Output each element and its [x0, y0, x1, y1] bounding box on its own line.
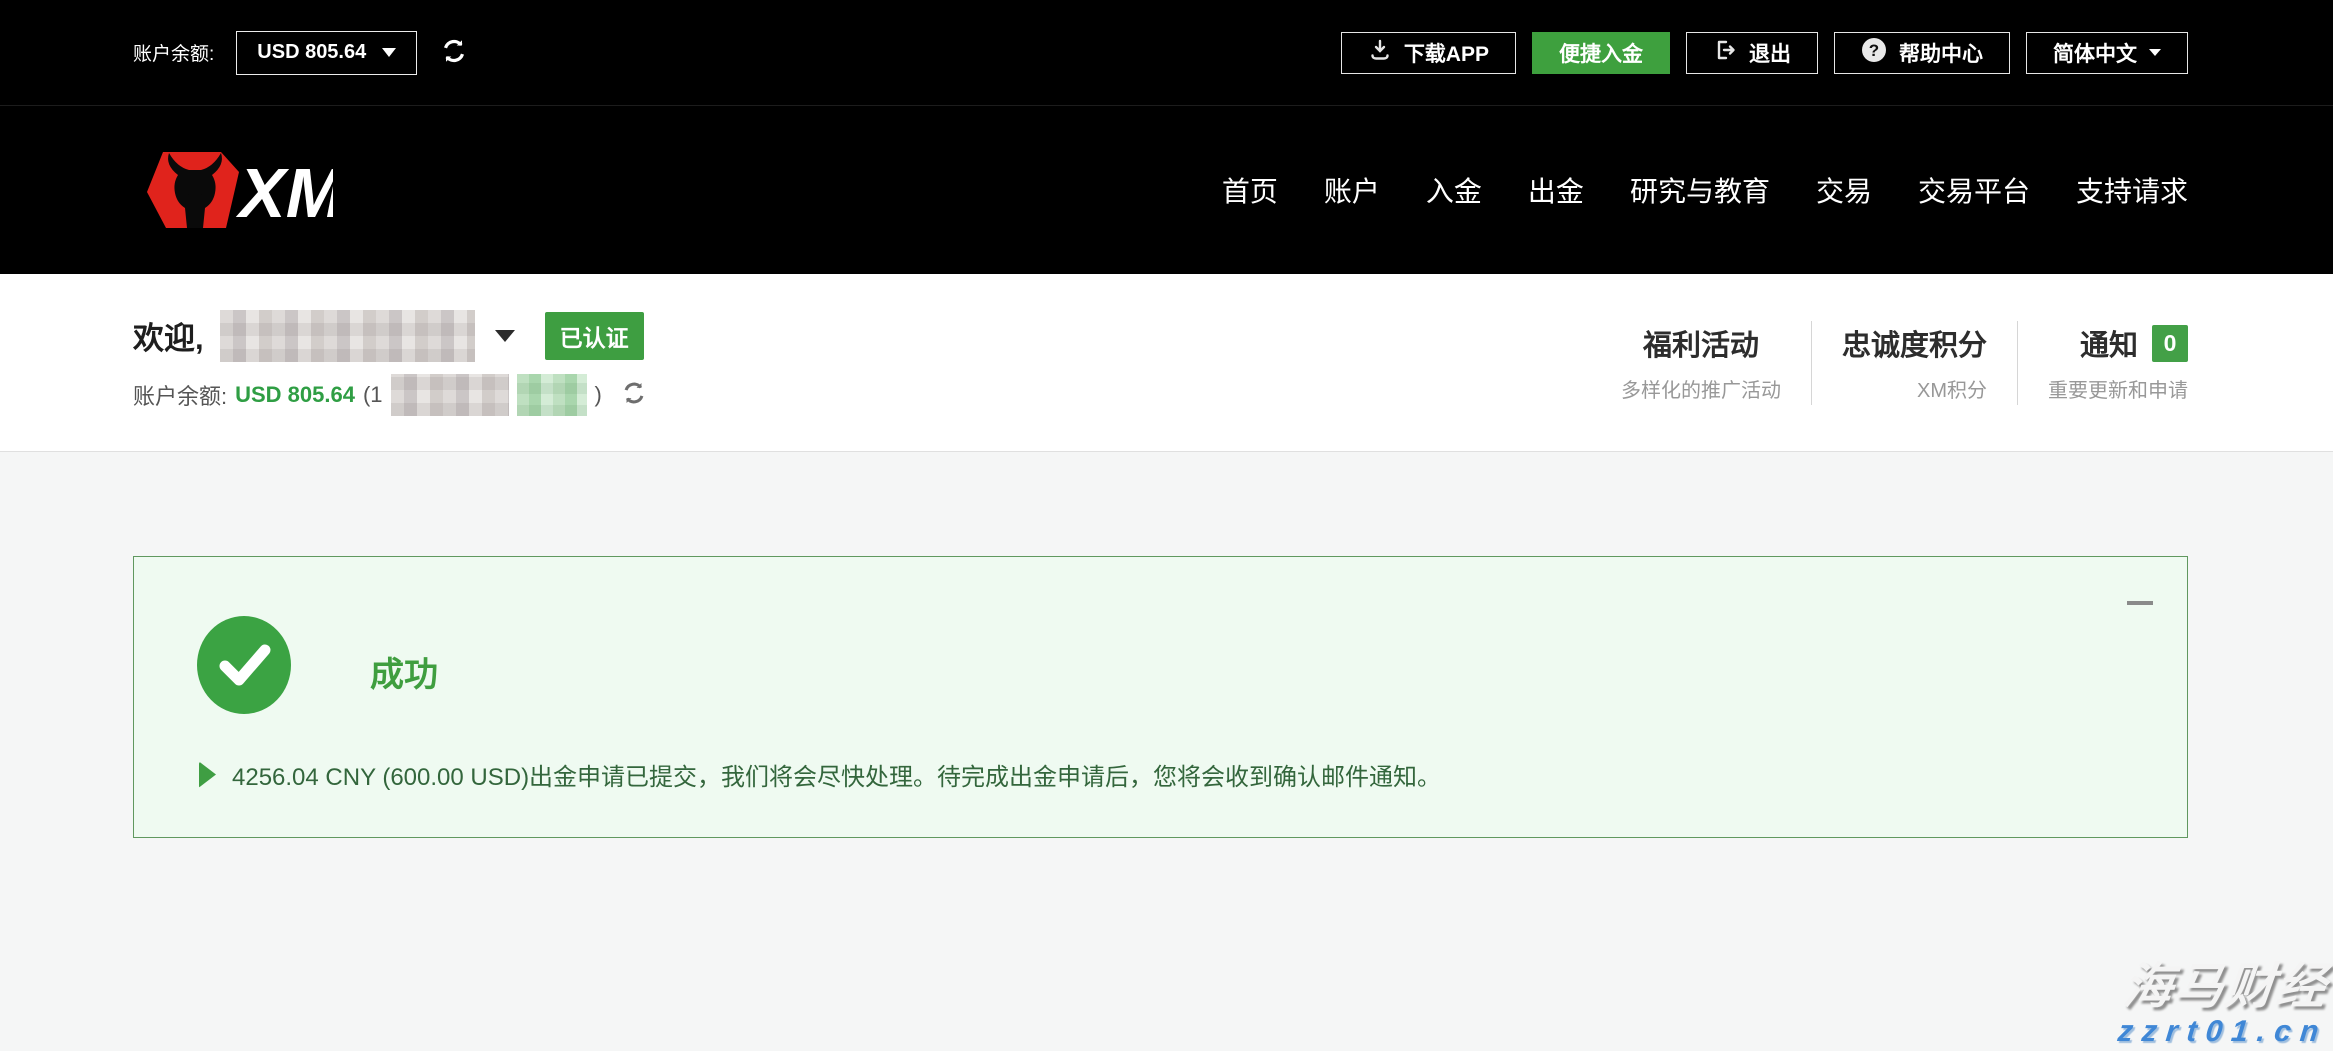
language-selector[interactable]: 简体中文	[2026, 32, 2188, 74]
nav-item-trading[interactable]: 交易	[1816, 170, 1872, 210]
quick-deposit-label: 便捷入金	[1559, 38, 1643, 68]
loyalty-title: 忠诚度积分	[1842, 322, 1987, 364]
logout-icon	[1713, 38, 1737, 68]
question-circle-icon: ?	[1861, 37, 1887, 69]
download-app-button[interactable]: 下载APP	[1341, 32, 1516, 74]
welcome-strip: 欢迎, 已认证 账户余额: USD 805.64 (1 )	[0, 274, 2333, 452]
nav-item-research-education[interactable]: 研究与教育	[1630, 170, 1770, 210]
page-content: 成功 4256.04 CNY (600.00 USD)出金申请已提交，我们将会尽…	[0, 452, 2333, 1051]
watermark-brand: 海马财经	[2115, 962, 2330, 1013]
topbar-actions: 下载APP 便捷入金 退出 ? 帮助中心 简体中文	[1341, 32, 2188, 74]
download-app-label: 下载APP	[1404, 38, 1489, 68]
help-center-label: 帮助中心	[1899, 38, 1983, 68]
refresh-account-button[interactable]	[620, 379, 648, 410]
nav-item-withdrawal[interactable]: 出金	[1528, 170, 1584, 210]
account-balance-dropdown[interactable]: USD 805.64	[236, 31, 417, 75]
language-label: 简体中文	[2053, 38, 2137, 68]
account-server-redacted	[517, 374, 587, 416]
nav-item-platforms[interactable]: 交易平台	[1918, 170, 2030, 210]
nav-item-support[interactable]: 支持请求	[2076, 170, 2188, 210]
promotions-subtitle: 多样化的推广活动	[1621, 374, 1781, 403]
balance-group: 账户余额: USD 805.64	[133, 31, 469, 75]
top-utility-bar: 账户余额: USD 805.64 下载APP 便捷入金	[0, 0, 2333, 106]
xm-logo-text: XM	[235, 154, 333, 232]
account-balance-value: USD 805.64	[257, 41, 366, 64]
account-menu-chevron-icon[interactable]	[495, 330, 515, 342]
welcome-balance-value: USD 805.64	[235, 382, 355, 408]
watermark: 海马财经 zzrt01.cn	[2118, 962, 2327, 1047]
account-number-close: )	[595, 382, 602, 408]
nav-item-account[interactable]: 账户	[1324, 170, 1380, 210]
collapse-alert-button[interactable]	[2127, 601, 2153, 605]
refresh-icon	[620, 379, 648, 410]
loyalty-points-link[interactable]: 忠诚度积分 XM积分	[1842, 322, 1987, 403]
svg-text:?: ?	[1869, 41, 1879, 60]
promotions-title: 福利活动	[1643, 322, 1759, 364]
welcome-balance-label: 账户余额:	[133, 379, 227, 411]
divider	[2017, 321, 2018, 405]
nav-item-home[interactable]: 首页	[1222, 170, 1278, 210]
success-message: 4256.04 CNY (600.00 USD)出金申请已提交，我们将会尽快处理…	[232, 757, 1441, 792]
refresh-icon	[439, 36, 469, 69]
chevron-down-icon	[382, 48, 396, 57]
arrow-right-icon	[199, 762, 216, 788]
user-name-redacted	[220, 310, 475, 362]
main-navbar: XM 首页 账户 入金 出金 研究与教育 交易 交易平台 支持请求	[0, 106, 2333, 274]
quick-deposit-button[interactable]: 便捷入金	[1532, 32, 1670, 74]
primary-navigation: 首页 账户 入金 出金 研究与教育 交易 交易平台 支持请求	[1222, 170, 2188, 210]
promotions-link[interactable]: 福利活动 多样化的推广活动	[1621, 322, 1781, 403]
success-message-row: 4256.04 CNY (600.00 USD)出金申请已提交，我们将会尽快处理…	[199, 757, 1441, 792]
welcome-row: 欢迎, 已认证	[133, 310, 648, 362]
notification-count-badge: 0	[2152, 325, 2188, 362]
notifications-subtitle: 重要更新和申请	[2048, 374, 2188, 403]
account-number-open: (1	[363, 382, 383, 408]
notifications-title: 通知	[2080, 322, 2138, 364]
refresh-balance-button[interactable]	[439, 36, 469, 69]
welcome-greeting: 欢迎,	[133, 313, 204, 358]
logout-label: 退出	[1749, 38, 1791, 68]
balance-row: 账户余额: USD 805.64 (1 )	[133, 374, 648, 416]
watermark-url: zzrt01.cn	[2116, 1016, 2329, 1048]
logout-button[interactable]: 退出	[1686, 32, 1818, 74]
nav-item-deposit[interactable]: 入金	[1426, 170, 1482, 210]
welcome-left: 欢迎, 已认证 账户余额: USD 805.64 (1 )	[133, 310, 648, 416]
success-check-icon	[196, 615, 292, 715]
notifications-link[interactable]: 通知 0 重要更新和申请	[2048, 322, 2188, 403]
success-alert: 成功 4256.04 CNY (600.00 USD)出金申请已提交，我们将会尽…	[133, 556, 2188, 838]
success-title: 成功	[370, 647, 438, 696]
loyalty-subtitle: XM积分	[1917, 374, 1987, 403]
xm-bull-logo-icon: XM	[133, 145, 333, 235]
help-center-button[interactable]: ? 帮助中心	[1834, 32, 2010, 74]
verified-badge: 已认证	[545, 312, 644, 360]
welcome-links: 福利活动 多样化的推广活动 忠诚度积分 XM积分 通知 0 重要更新和申请	[1621, 321, 2188, 405]
xm-logo[interactable]: XM	[133, 145, 333, 235]
balance-label: 账户余额:	[133, 39, 214, 66]
chevron-down-icon	[2149, 49, 2161, 56]
account-number-redacted	[391, 374, 509, 416]
download-icon	[1368, 38, 1392, 68]
divider	[1811, 321, 1812, 405]
